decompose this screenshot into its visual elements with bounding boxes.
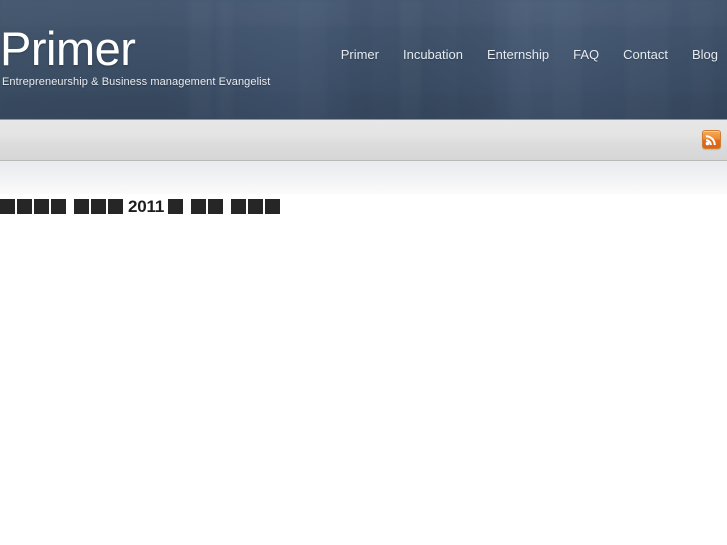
missing-glyph-box [51,199,66,214]
missing-glyph-box [17,199,32,214]
missing-glyph-box [34,199,49,214]
missing-glyph-box [0,199,15,214]
missing-glyph-box [231,199,247,214]
rss-icon[interactable] [702,130,721,149]
site-title: Primer [0,22,136,75]
missing-glyph-box [208,199,224,214]
post-title: 2011 [0,194,727,220]
missing-glyph-box [108,199,123,214]
site-header: Primer Entrepreneurship & Business manag… [0,0,727,119]
nav-item-enternship[interactable]: Enternship [487,47,549,63]
page-body: 2011 [0,194,727,544]
content-top-band [0,161,727,194]
post-title-year: 2011 [128,197,165,216]
post-title-glyphs-leading [0,197,125,217]
missing-glyph-box [191,199,207,214]
site-brand[interactable]: Primer Entrepreneurship & Business manag… [0,24,270,89]
nav-item-faq[interactable]: FAQ [573,47,599,63]
missing-glyph-box [248,199,264,214]
missing-glyph-box [265,199,281,214]
missing-glyph-box [91,199,106,214]
missing-glyph-box [168,199,184,214]
nav-item-incubation[interactable]: Incubation [403,47,463,63]
post-title-glyphs-trailing [168,197,282,217]
nav-item-contact[interactable]: Contact [623,47,668,63]
nav-item-blog[interactable]: Blog [692,47,718,63]
site-tagline: Entrepreneurship & Business management E… [2,76,271,88]
missing-glyph-box [74,199,89,214]
toolbar-bar [0,119,727,161]
main-navigation: Primer Incubation Enternship FAQ Contact… [341,47,718,63]
nav-item-primer[interactable]: Primer [341,47,379,63]
